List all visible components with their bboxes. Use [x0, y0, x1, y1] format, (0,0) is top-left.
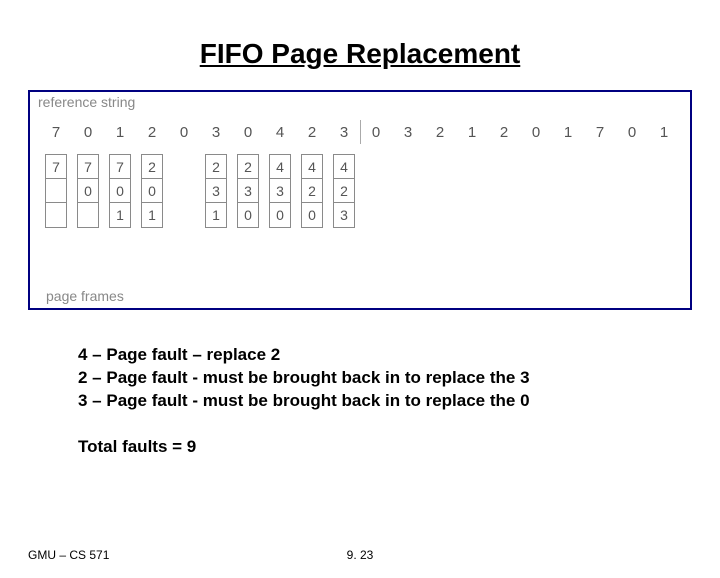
reference-value: 2 [424, 124, 456, 141]
note-line: 3 – Page fault - must be brought back in… [78, 390, 720, 413]
reference-value: 4 [264, 124, 296, 141]
frame-cell: 4 [334, 155, 354, 179]
reference-value: 2 [136, 124, 168, 141]
frame-cell: 1 [142, 203, 162, 227]
frame-cell: 7 [78, 155, 98, 179]
reference-value: 2 [296, 124, 328, 141]
frame-slot [648, 154, 680, 228]
reference-value: 7 [40, 124, 72, 141]
frame-cell: 2 [142, 155, 162, 179]
frame-cell: 1 [206, 203, 226, 227]
frame-cell: 2 [302, 179, 322, 203]
reference-value: 1 [648, 124, 680, 141]
frame-slot: 7 [40, 154, 72, 228]
frame-slot [168, 154, 200, 228]
frame-cell: 2 [238, 155, 258, 179]
frame-cell: 7 [46, 155, 66, 179]
reference-string-label: reference string [38, 94, 135, 110]
frame-cell: 4 [270, 155, 290, 179]
reference-value: 1 [552, 124, 584, 141]
frame-slot [552, 154, 584, 228]
page-title: FIFO Page Replacement [0, 38, 720, 70]
fault-notes: 4 – Page fault – replace 2 2 – Page faul… [78, 344, 720, 413]
frame-slot: 423 [328, 154, 360, 228]
page-frames-area: 770701201231230430420423 [40, 154, 680, 228]
frame-slot [360, 154, 392, 228]
frame-column: 201 [141, 154, 163, 228]
total-faults: Total faults = 9 [78, 437, 720, 457]
frame-slot: 230 [232, 154, 264, 228]
frame-column: 70 [77, 154, 99, 228]
frame-slot [456, 154, 488, 228]
frame-column: 7 [45, 154, 67, 228]
page-frames-label: page frames [46, 288, 124, 304]
frame-slot: 420 [296, 154, 328, 228]
footer-slide-number: 9. 23 [0, 548, 720, 562]
reference-value: 1 [104, 124, 136, 141]
frame-cell: 0 [142, 179, 162, 203]
reference-divider [360, 120, 361, 144]
frame-cell: 1 [110, 203, 130, 227]
frame-slot [392, 154, 424, 228]
frame-slot: 201 [136, 154, 168, 228]
frame-cell [46, 179, 66, 203]
frame-cell: 0 [270, 203, 290, 227]
reference-value: 0 [360, 124, 392, 141]
frame-cell: 3 [238, 179, 258, 203]
frame-column: 420 [301, 154, 323, 228]
frame-cell [78, 203, 98, 227]
frame-column: 230 [237, 154, 259, 228]
frame-column: 701 [109, 154, 131, 228]
frame-cell: 2 [206, 155, 226, 179]
reference-value: 3 [392, 124, 424, 141]
frame-cell: 7 [110, 155, 130, 179]
frame-cell [46, 203, 66, 227]
frame-slot [424, 154, 456, 228]
note-line: 4 – Page fault – replace 2 [78, 344, 720, 367]
frame-cell: 4 [302, 155, 322, 179]
reference-value: 0 [72, 124, 104, 141]
frame-column: 231 [205, 154, 227, 228]
frame-cell: 3 [270, 179, 290, 203]
fifo-diagram: reference string 70120304230321201701 77… [28, 90, 692, 310]
reference-value: 0 [232, 124, 264, 141]
reference-value: 2 [488, 124, 520, 141]
reference-value: 3 [328, 124, 360, 141]
frame-slot: 70 [72, 154, 104, 228]
reference-value: 0 [616, 124, 648, 141]
frame-cell: 3 [206, 179, 226, 203]
frame-cell: 2 [334, 179, 354, 203]
reference-value: 0 [168, 124, 200, 141]
frame-slot: 701 [104, 154, 136, 228]
frame-column: 430 [269, 154, 291, 228]
frame-cell: 0 [110, 179, 130, 203]
frame-slot: 430 [264, 154, 296, 228]
frame-cell: 0 [302, 203, 322, 227]
reference-value: 7 [584, 124, 616, 141]
frame-slot [584, 154, 616, 228]
frame-slot [616, 154, 648, 228]
reference-value: 1 [456, 124, 488, 141]
note-line: 2 – Page fault - must be brought back in… [78, 367, 720, 390]
reference-value: 3 [200, 124, 232, 141]
frame-slot [520, 154, 552, 228]
frame-slot [488, 154, 520, 228]
frame-cell: 3 [334, 203, 354, 227]
frame-slot: 231 [200, 154, 232, 228]
frame-cell: 0 [78, 179, 98, 203]
reference-value: 0 [520, 124, 552, 141]
frame-column: 423 [333, 154, 355, 228]
frame-cell: 0 [238, 203, 258, 227]
